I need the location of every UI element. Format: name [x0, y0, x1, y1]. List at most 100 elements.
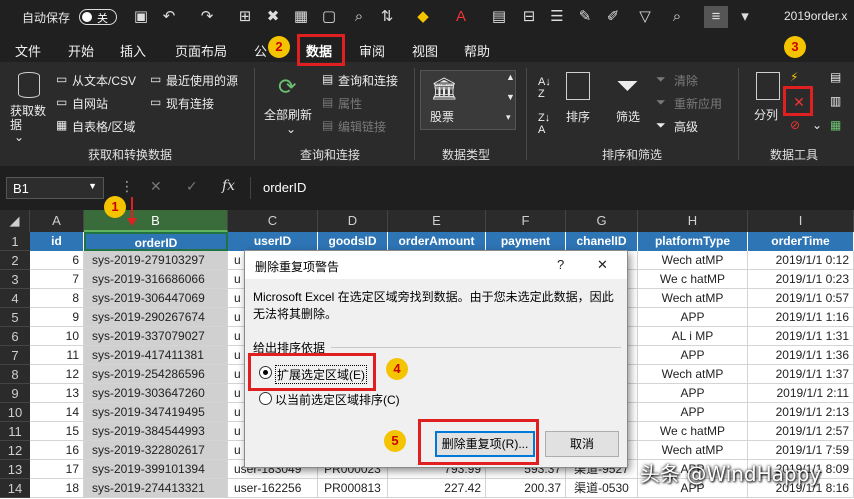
row-header[interactable]: 6 — [0, 327, 30, 346]
table-cell[interactable]: 18 — [30, 479, 84, 498]
table-cell[interactable]: 200.37 — [486, 479, 566, 498]
customize-icon[interactable]: ≡ — [704, 6, 728, 28]
shape-icon[interactable]: ▢ — [320, 8, 338, 26]
find-icon[interactable]: ⌕ — [350, 8, 368, 26]
sort-az-icon[interactable]: A↓ Z — [538, 76, 551, 100]
tab-file[interactable]: 文件 — [15, 41, 41, 60]
consolidate-icon[interactable]: ▤ — [830, 70, 841, 84]
tab-help[interactable]: 帮助 — [464, 41, 490, 60]
table-icon[interactable]: ▤ — [490, 8, 508, 26]
header-cell-userid[interactable]: userID — [228, 232, 318, 251]
table-cell[interactable]: 2019/1/1 1:37 — [748, 365, 854, 384]
table-cell[interactable]: sys-2019-279103297 — [84, 251, 228, 270]
table-cell[interactable]: 2019/1/1 0:23 — [748, 270, 854, 289]
table-cell[interactable]: 16 — [30, 441, 84, 460]
get-data-button[interactable]: 获取数 据 — [10, 104, 46, 132]
table-cell[interactable]: AL i MP — [638, 327, 748, 346]
enter-icon[interactable]: ✓ — [186, 178, 198, 195]
table-cell[interactable]: 9 — [30, 308, 84, 327]
table-cell[interactable]: Wech atMP — [638, 365, 748, 384]
cancel-button[interactable]: 取消 — [545, 431, 619, 457]
close-icon[interactable]: ✕ — [597, 257, 608, 273]
column-header-e[interactable]: E — [388, 210, 486, 232]
column-header-d[interactable]: D — [318, 210, 388, 232]
table-cell[interactable]: user-162256 — [228, 479, 318, 498]
text-to-columns-button[interactable]: 分列 — [754, 106, 778, 123]
column-header-f[interactable]: F — [486, 210, 566, 232]
help-icon[interactable]: ? — [557, 257, 564, 272]
reapply-button[interactable]: 重新应用 — [674, 95, 722, 112]
table-cell[interactable]: We c hatMP — [638, 422, 748, 441]
scroll-up-icon[interactable]: ▲ — [506, 72, 515, 82]
row-header[interactable]: 9 — [0, 384, 30, 403]
column-header-a[interactable]: A — [30, 210, 84, 232]
table-cell[interactable]: sys-2019-347419495 — [84, 403, 228, 422]
table-cell[interactable]: 2019/1/1 1:16 — [748, 308, 854, 327]
existing-connections-button[interactable]: 现有连接 — [166, 95, 214, 112]
chevron-down-icon[interactable]: ▼ — [88, 181, 97, 191]
from-text-csv-button[interactable]: 从文本/CSV — [72, 72, 136, 89]
table-cell[interactable]: 渠道-0530 — [566, 479, 638, 498]
data-validation-icon[interactable]: ⊘ — [790, 118, 800, 132]
filter-button[interactable]: 筛选 — [616, 108, 640, 125]
table-cell[interactable]: 15 — [30, 422, 84, 441]
table-cell[interactable]: 12 — [30, 365, 84, 384]
queries-connections-button[interactable]: 查询和连接 — [338, 72, 398, 89]
column-header-h[interactable]: H — [638, 210, 748, 232]
header-cell-orderamount[interactable]: orderAmount — [388, 232, 486, 251]
undo-icon[interactable]: ↶ — [160, 8, 178, 26]
brush-icon[interactable]: ✐ — [604, 8, 622, 26]
table-cell[interactable]: 11 — [30, 346, 84, 365]
row-header[interactable]: 11 — [0, 422, 30, 441]
row-header[interactable]: 3 — [0, 270, 30, 289]
row-header[interactable]: 14 — [0, 479, 30, 498]
row-header[interactable]: 2 — [0, 251, 30, 270]
table-cell[interactable]: 2019/1/1 2:13 — [748, 403, 854, 422]
list-icon[interactable]: ☰ — [548, 8, 566, 26]
header-cell-platformtype[interactable]: platformType — [638, 232, 748, 251]
tab-insert[interactable]: 插入 — [120, 41, 146, 60]
name-box[interactable]: B1 ▼ — [6, 177, 104, 199]
table-cell[interactable]: sys-2019-337079027 — [84, 327, 228, 346]
properties-button[interactable]: 属性 — [338, 95, 362, 112]
select-all-corner[interactable]: ◢ — [0, 210, 30, 232]
table-cell[interactable]: 2019/1/1 2:57 — [748, 422, 854, 441]
row-header[interactable]: 13 — [0, 460, 30, 479]
column-header-c[interactable]: C — [228, 210, 318, 232]
table-cell[interactable]: sys-2019-417411381 — [84, 346, 228, 365]
column-header-i[interactable]: I — [748, 210, 854, 232]
row-header[interactable]: 12 — [0, 441, 30, 460]
row-header[interactable]: 4 — [0, 289, 30, 308]
table-cell[interactable]: 2019/1/1 0:12 — [748, 251, 854, 270]
current-selection-label[interactable]: 以当前选定区域排序(C) — [275, 391, 400, 408]
row-header[interactable]: 7 — [0, 346, 30, 365]
filter-icon[interactable]: ▽ — [636, 8, 654, 26]
table-cell[interactable]: 13 — [30, 384, 84, 403]
format-painter-icon[interactable]: ✎ — [576, 8, 594, 26]
table-cell[interactable]: 2019/1/1 0:57 — [748, 289, 854, 308]
table-cell[interactable]: APP — [638, 346, 748, 365]
cancel-icon[interactable]: ✕ — [150, 178, 162, 195]
header-cell-payment[interactable]: payment — [486, 232, 566, 251]
table-cell[interactable]: Wech atMP — [638, 289, 748, 308]
tab-home[interactable]: 开始 — [68, 41, 94, 60]
table-cell[interactable]: 10 — [30, 327, 84, 346]
header-cell-orderid[interactable]: orderID — [84, 232, 228, 251]
stocks-button[interactable]: 股票 — [430, 108, 454, 125]
tab-review[interactable]: 审阅 — [359, 41, 385, 60]
table-cell[interactable]: sys-2019-254286596 — [84, 365, 228, 384]
row-header[interactable]: 8 — [0, 365, 30, 384]
recent-sources-button[interactable]: 最近使用的源 — [166, 72, 238, 89]
column-header-g[interactable]: G — [566, 210, 638, 232]
table-cell[interactable]: 14 — [30, 403, 84, 422]
table-cell[interactable]: 7 — [30, 270, 84, 289]
relationships-icon[interactable]: ▥ — [830, 94, 841, 108]
search-icon[interactable]: ⌕ — [668, 8, 686, 26]
grid-icon[interactable]: ▦ — [292, 8, 310, 26]
expand-icon[interactable]: ▾ — [506, 112, 511, 123]
table-cell[interactable]: sys-2019-274413321 — [84, 479, 228, 498]
table-cell[interactable]: 2019/1/1 1:36 — [748, 346, 854, 365]
sort-button[interactable]: 排序 — [566, 108, 590, 125]
table-cell[interactable]: 6 — [30, 251, 84, 270]
font-color-icon[interactable]: A — [452, 8, 470, 26]
